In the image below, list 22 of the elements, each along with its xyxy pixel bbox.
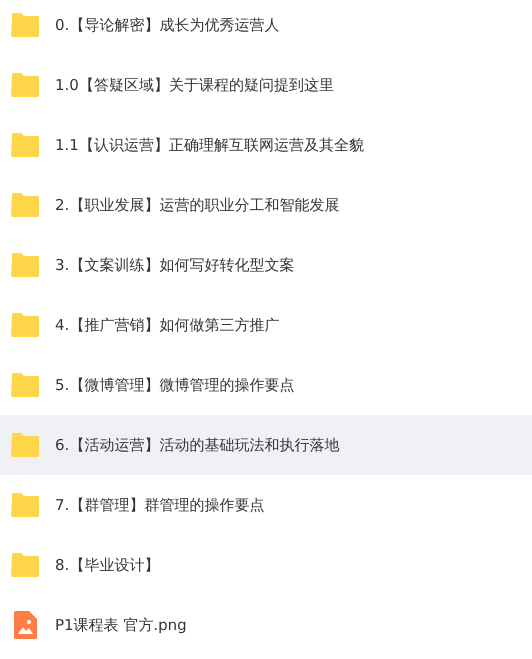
file-name: 0.【导论解密】成长为优秀运营人 (55, 16, 280, 34)
folder-icon (10, 433, 40, 457)
file-name: 7.【群管理】群管理的操作要点 (55, 496, 264, 514)
folder-icon (10, 493, 40, 517)
file-name: 5.【微博管理】微博管理的操作要点 (55, 376, 294, 394)
folder-icon (10, 253, 40, 277)
file-row-highlighted[interactable]: 6.【活动运营】活动的基础玩法和执行落地 (0, 415, 532, 475)
file-name: 4.【推广营销】如何做第三方推广 (55, 316, 280, 334)
folder-icon (10, 133, 40, 157)
folder-icon (10, 313, 40, 337)
file-name: 1.1【认识运营】正确理解互联网运营及其全貌 (55, 136, 364, 154)
file-name: 8.【毕业设计】 (55, 556, 160, 574)
folder-icon (10, 553, 40, 577)
file-name: 3.【文案训练】如何写好转化型文案 (55, 256, 294, 274)
folder-icon (10, 373, 40, 397)
file-name: 2.【职业发展】运营的职业分工和智能发展 (55, 196, 340, 214)
folder-icon (10, 73, 40, 97)
file-name: 1.0【答疑区域】关于课程的疑问提到这里 (55, 76, 334, 94)
file-name: 6.【活动运营】活动的基础玩法和执行落地 (55, 436, 340, 454)
folder-icon (10, 193, 40, 217)
file-name: P1课程表 官方.png (55, 616, 187, 634)
folder-icon (10, 13, 40, 37)
